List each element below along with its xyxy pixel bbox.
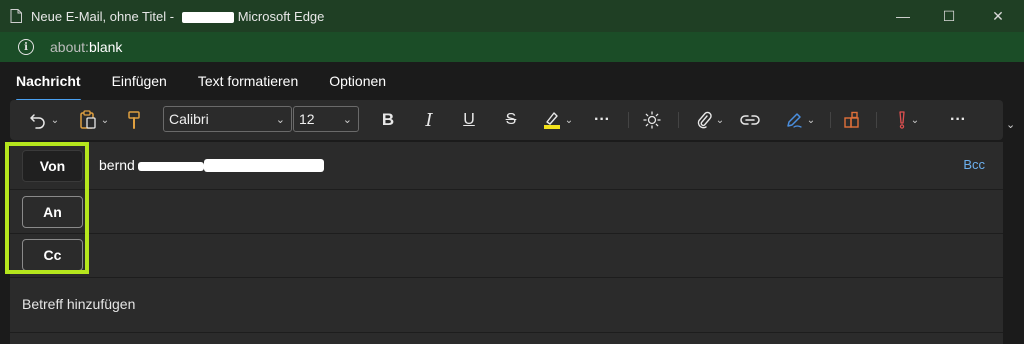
maximize-icon: ☐ <box>942 7 956 24</box>
highlight-button[interactable]: ⌄ <box>537 100 579 140</box>
bold-button[interactable]: B <box>376 100 400 140</box>
subject-input[interactable]: Betreff hinzufügen <box>22 296 135 312</box>
chevron-down-icon: ⌄ <box>910 114 920 126</box>
ribbon-tabs: Nachricht Einfügen Text formatieren Opti… <box>0 62 1024 101</box>
more-icon: ··· <box>950 111 966 128</box>
redacted-text <box>204 159 324 172</box>
strikethrough-button[interactable]: S <box>499 100 523 140</box>
bcc-link[interactable]: Bcc <box>963 157 985 172</box>
importance-button[interactable]: ⌄ <box>888 100 928 140</box>
apps-button[interactable] <box>840 100 864 140</box>
formatting-toolbar: ⌄ ⌄ Calibri ⌄ 12 ⌄ B I U S ⌄ ··· ⌄ ⌄ ⌄ ·… <box>10 100 1003 140</box>
from-address-text: bernd <box>99 157 135 173</box>
address-bar[interactable]: i about:blank <box>0 32 1024 62</box>
redacted-text <box>181 11 234 23</box>
window-title-suffix: Microsoft Edge <box>237 8 325 24</box>
url-scheme: about: <box>50 39 89 55</box>
minimize-button[interactable]: — <box>880 0 926 32</box>
more-formatting-button[interactable]: ··· <box>590 100 614 140</box>
styles-button[interactable] <box>640 100 664 140</box>
chevron-down-icon: ⌄ <box>715 114 725 126</box>
signature-button[interactable]: ⌄ <box>780 100 820 140</box>
link-icon <box>740 115 760 125</box>
apps-grid-icon <box>844 111 859 128</box>
from-button[interactable]: Von <box>22 150 83 182</box>
clipboard-icon <box>80 110 96 129</box>
undo-button[interactable]: ⌄ <box>24 100 64 140</box>
format-painter-icon <box>128 111 140 129</box>
close-icon: ✕ <box>992 7 1004 24</box>
address-url[interactable]: about:blank <box>50 39 122 55</box>
more-options-button[interactable]: ··· <box>946 100 970 140</box>
chevron-down-icon: ⌄ <box>50 114 60 126</box>
paperclip-icon <box>697 111 712 129</box>
underline-button[interactable]: U <box>457 100 481 140</box>
page-icon <box>10 9 22 23</box>
underline-icon: U <box>463 111 475 128</box>
to-button[interactable]: An <box>22 196 83 228</box>
pen-icon <box>787 113 802 128</box>
window-title: Neue E-Mail, ohne Titel - Microsoft Edge <box>31 9 324 24</box>
strikethrough-icon: S <box>505 111 517 128</box>
cc-button[interactable]: Cc <box>22 239 83 271</box>
from-row: Von bernd Bcc <box>10 142 1003 190</box>
exclamation-icon <box>899 111 905 129</box>
bold-icon: B <box>381 110 395 129</box>
insert-link-button[interactable] <box>738 100 762 140</box>
paste-button[interactable]: ⌄ <box>74 100 114 140</box>
tab-optionen[interactable]: Optionen <box>329 69 386 93</box>
font-size-value: 12 <box>299 111 315 127</box>
highlighter-icon <box>543 112 560 129</box>
url-host: blank <box>88 39 123 55</box>
tab-text-formatieren[interactable]: Text formatieren <box>198 69 298 93</box>
minimize-icon: — <box>896 8 910 24</box>
chevron-down-icon: ⌄ <box>806 114 816 126</box>
font-family-select[interactable]: Calibri ⌄ <box>163 106 292 132</box>
toolbar-divider <box>678 112 679 128</box>
compose-form: Von bernd Bcc An Cc Betreff hinzufügen <box>10 142 1003 344</box>
undo-icon <box>30 114 45 129</box>
italic-icon: I <box>425 109 433 131</box>
font-family-value: Calibri <box>169 111 209 127</box>
cc-row[interactable]: Cc <box>10 234 1003 278</box>
toolbar-divider <box>876 112 877 128</box>
format-painter-button[interactable] <box>122 100 146 140</box>
tab-einfuegen[interactable]: Einfügen <box>112 69 167 93</box>
from-address: bernd <box>99 157 135 173</box>
redacted-text <box>138 162 204 171</box>
chevron-down-icon: ⌄ <box>275 113 285 126</box>
title-bar: Neue E-Mail, ohne Titel - Microsoft Edge… <box>0 0 1024 32</box>
to-row[interactable]: An <box>10 190 1003 234</box>
toolbar-divider <box>628 112 629 128</box>
info-icon[interactable]: i <box>18 39 34 55</box>
maximize-button[interactable]: ☐ <box>926 0 972 32</box>
chevron-down-icon: ⌄ <box>342 113 352 126</box>
collapse-ribbon-chevron-icon[interactable]: ⌄ <box>1006 118 1015 131</box>
sun-icon <box>643 111 661 129</box>
attach-file-button[interactable]: ⌄ <box>690 100 730 140</box>
italic-button[interactable]: I <box>417 100 441 140</box>
chevron-down-icon: ⌄ <box>100 114 110 126</box>
subject-divider <box>10 331 1003 333</box>
window-title-prefix: Neue E-Mail, ohne Titel - <box>31 8 178 24</box>
tab-nachricht[interactable]: Nachricht <box>16 69 81 101</box>
font-size-select[interactable]: 12 ⌄ <box>293 106 359 132</box>
close-button[interactable]: ✕ <box>975 0 1021 32</box>
more-icon: ··· <box>594 111 610 128</box>
toolbar-divider <box>830 112 831 128</box>
chevron-down-icon: ⌄ <box>564 114 574 126</box>
